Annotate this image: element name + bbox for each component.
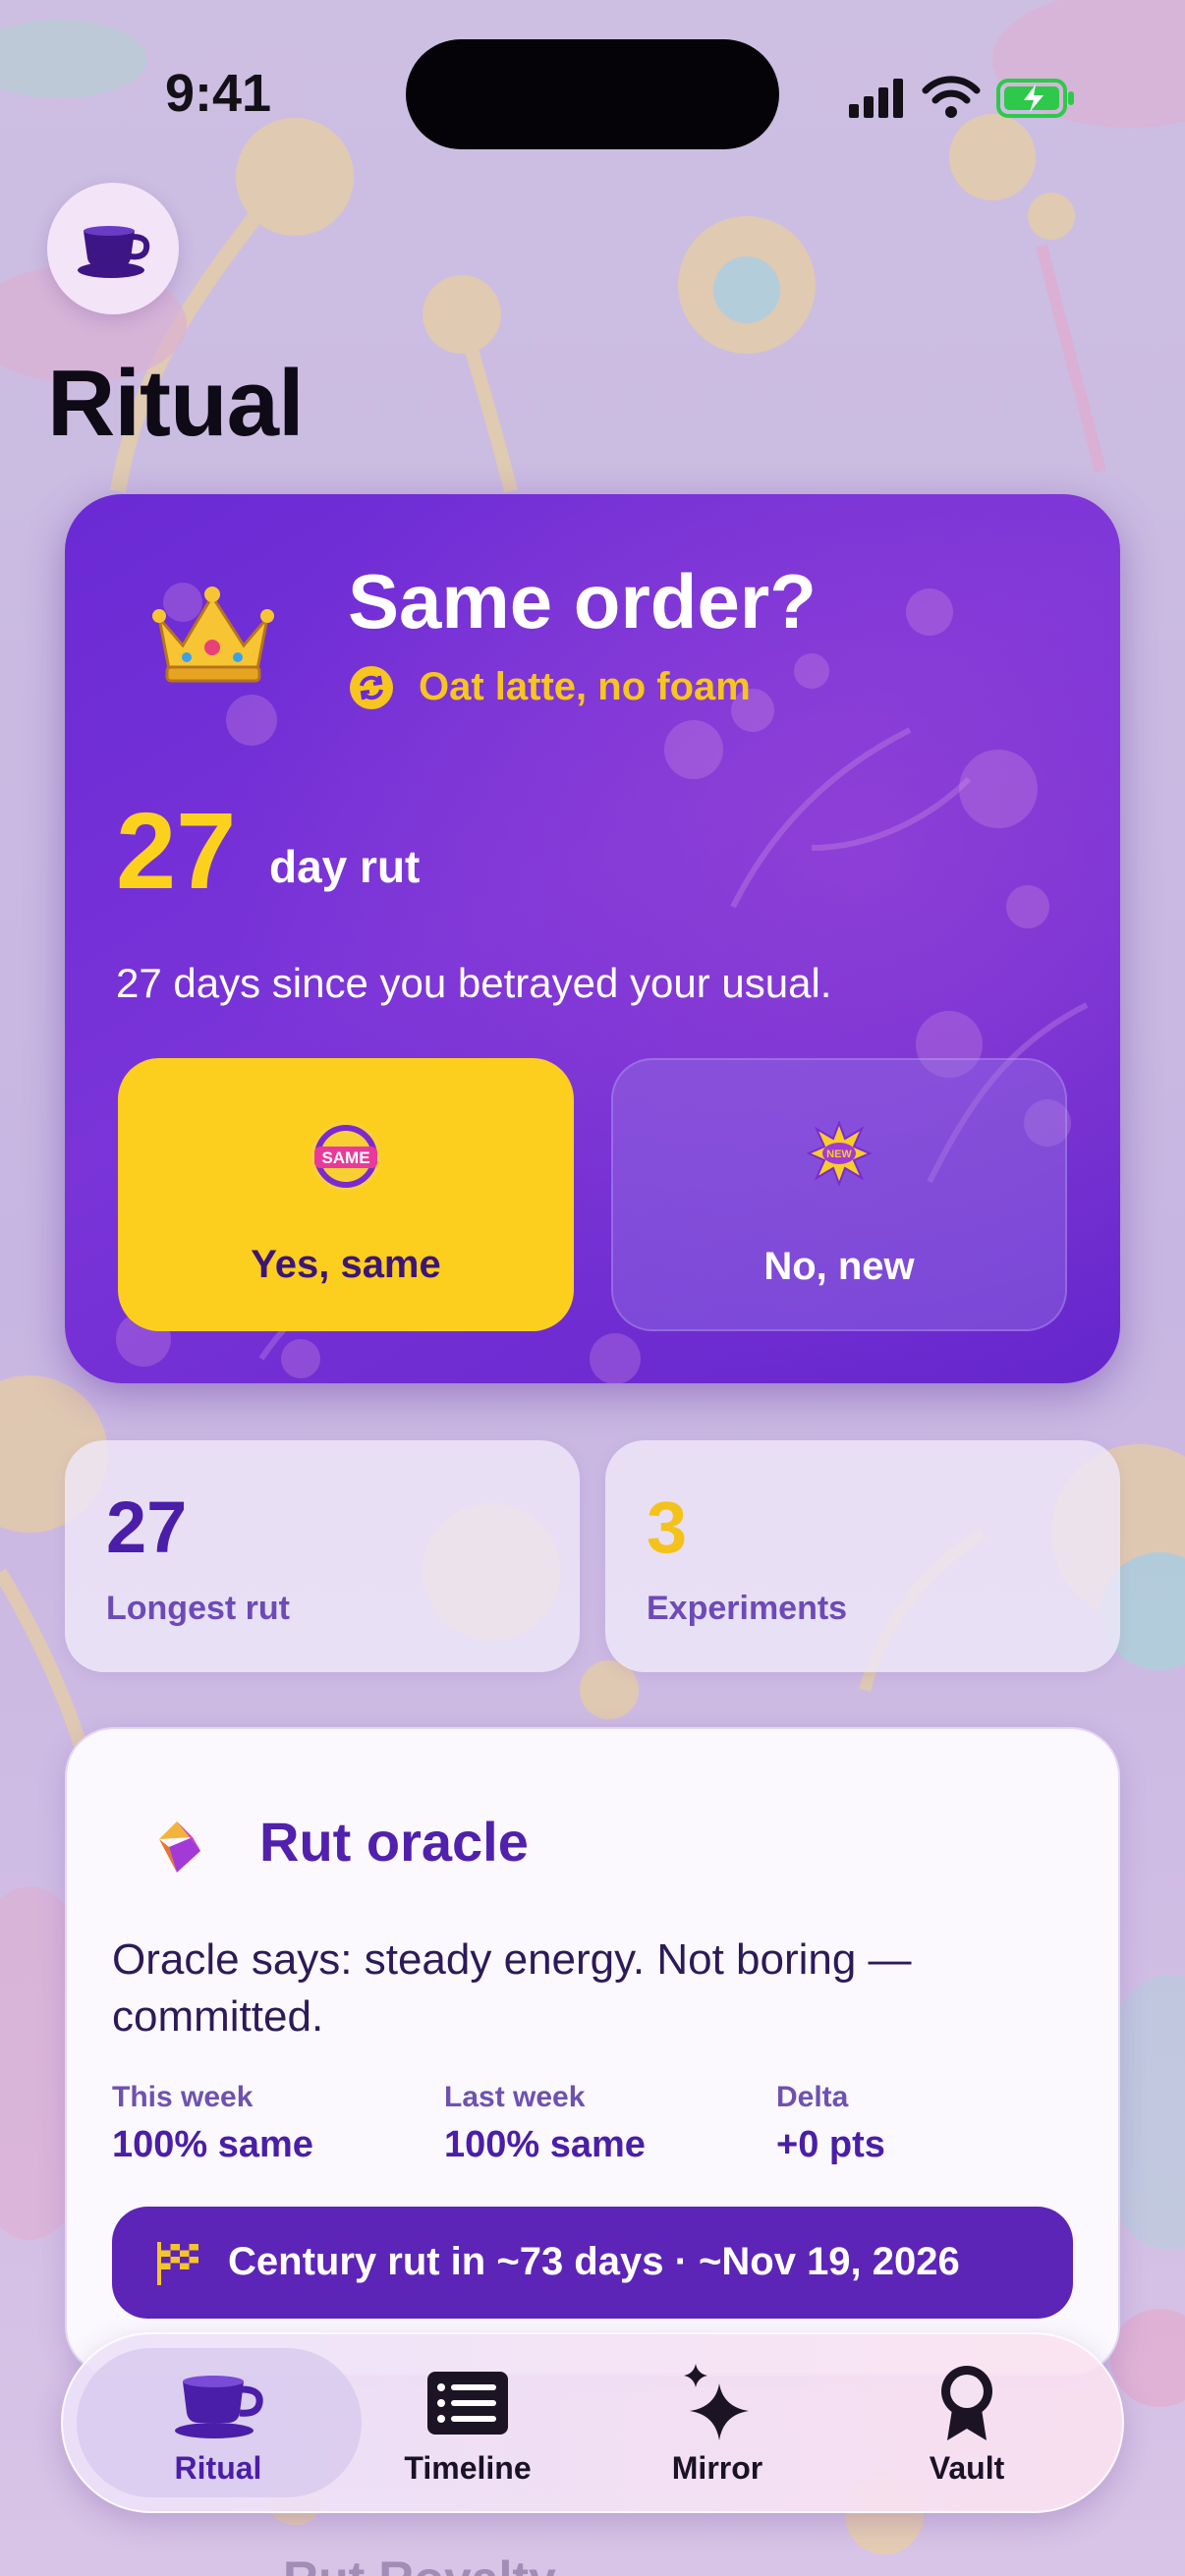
profile-avatar-button[interactable] [47,183,179,314]
repeat-icon [350,665,393,709]
coffee-cup-icon [175,2376,263,2438]
svg-text:SAME: SAME [321,1148,369,1167]
page-title: Ritual [47,351,305,456]
century-rut-banner[interactable]: Century rut in ~73 days · ~Nov 19, 2026 [112,2207,1073,2319]
metric-value: 100% same [112,2124,313,2165]
usual-order-text: Oat latte, no foam [419,665,751,708]
tab-vault[interactable]: Vault [843,2348,1091,2497]
coffee-cup-icon [78,226,150,278]
crown-icon [152,587,274,683]
tab-ritual[interactable]: Ritual [94,2348,342,2497]
metric-label: This week [112,2081,254,2113]
dynamic-island [406,39,779,149]
same-order-card: Same order? Oat latte, no foam 27 day ru… [65,494,1120,1383]
stat-card-experiments: 3 Experiments [605,1440,1120,1672]
yes-same-label: Yes, same [251,1243,441,1286]
no-new-button[interactable]: NEW No, new [611,1058,1067,1331]
usual-order: Oat latte, no foam [350,665,751,709]
metric-value: 100% same [444,2124,646,2165]
metric-value: +0 pts [776,2124,885,2165]
rut-days-value: 27 [116,791,237,912]
signal-icon [849,79,903,118]
checkered-flag-icon [157,2242,198,2285]
rut-description: 27 days since you betrayed your usual. [116,960,832,1006]
tab-label: Ritual [174,2450,262,2486]
award-ribbon-icon [941,2366,992,2440]
wifi-icon [922,76,981,118]
tab-label: Mirror [671,2450,763,2486]
century-rut-text: Century rut in ~73 days · ~Nov 19, 2026 [228,2240,960,2283]
new-burst-icon: NEW [807,1121,872,1186]
gem-icon [159,1821,200,1873]
svg-text:NEW: NEW [826,1148,852,1160]
tab-timeline[interactable]: Timeline [344,2348,592,2497]
hero-title: Same order? [348,558,817,644]
status-icons [849,76,1074,118]
status-time: 9:41 [165,64,272,123]
stat-card-longest-rut: 27 Longest rut [65,1440,580,1672]
metric-delta: Delta +0 pts [776,2081,885,2166]
metric-label: Delta [776,2081,849,2113]
tab-mirror[interactable]: Mirror [593,2348,841,2497]
oracle-text: Oracle says: steady energy. Not boring —… [112,1935,912,2041]
list-icon [427,2372,508,2435]
app-screen: 9:41 Ritual Same order? Oat latte, no fo… [0,0,1185,2576]
stat-label: Longest rut [106,1590,290,1627]
tab-label: Timeline [404,2450,532,2486]
rut-days-label: day rut [269,841,421,892]
oracle-title: Rut oracle [259,1811,529,1873]
metric-label: Last week [444,2081,586,2113]
tab-label: Vault [929,2450,1005,2486]
no-new-label: No, new [763,1245,915,1288]
stat-label: Experiments [647,1590,848,1627]
same-badge-icon: SAME [310,1121,381,1192]
stat-value: 27 [106,1486,188,1568]
tab-bar: Ritual Timeline Mirror Vault [61,2332,1124,2513]
next-section-heading: Rut Royalty [283,2550,556,2576]
rut-oracle-card: Rut oracle Oracle says: steady energy. N… [65,1727,1120,2376]
metric-this-week: This week 100% same [112,2081,313,2166]
yes-same-button[interactable]: SAME Yes, same [118,1058,574,1331]
stat-value: 3 [647,1486,688,1568]
battery-icon [996,79,1074,118]
metric-last-week: Last week 100% same [444,2081,646,2166]
sparkles-icon [684,2364,749,2440]
